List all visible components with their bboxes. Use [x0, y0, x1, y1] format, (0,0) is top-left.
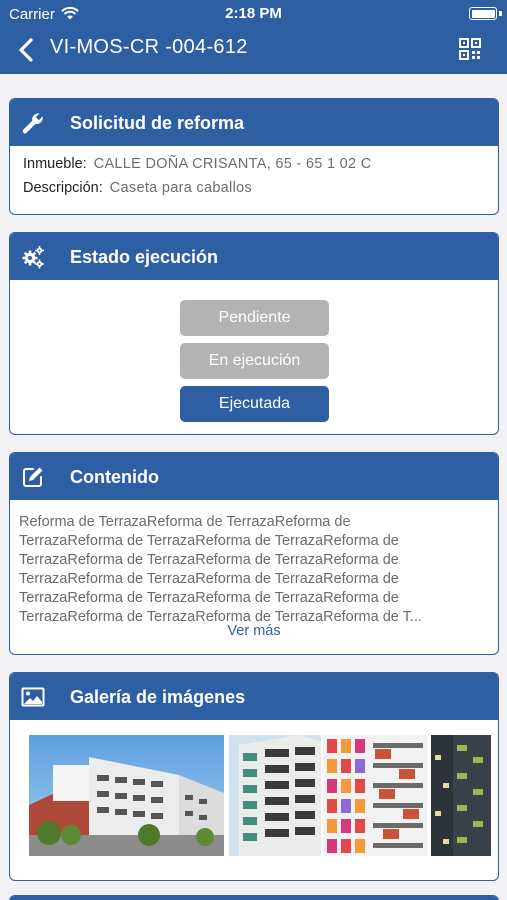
gallery-image-1[interactable]: [29, 735, 224, 856]
navigation-bar: Carrier 2:18 PM VI-MOS-CR -004-612: [0, 0, 507, 74]
request-card-header: Solicitud de reforma: [10, 99, 498, 146]
see-more-link[interactable]: Ver más: [10, 623, 498, 639]
next-card-header: [10, 896, 498, 900]
gallery-image-4[interactable]: [431, 735, 491, 856]
qr-code-icon[interactable]: [459, 38, 481, 60]
content-line: TerrazaReforma de TerrazaReforma de Terr…: [19, 590, 399, 606]
wrench-icon: [22, 113, 43, 134]
gears-icon: [22, 246, 44, 269]
content-card-header: Contenido: [10, 453, 498, 500]
gallery-card: Galería de imágenes: [9, 672, 499, 881]
gallery-card-header: Galería de imágenes: [10, 673, 498, 720]
property-row: Inmueble: CALLE DOÑA CRISANTA, 65 - 65 1 …: [10, 152, 498, 176]
battery-icon: [469, 7, 497, 20]
description-label: Descripción:: [23, 180, 103, 196]
description-row: Descripción: Caseta para caballos: [10, 176, 498, 200]
page-title: VI-MOS-CR -004-612: [50, 36, 248, 58]
content-line: TerrazaReforma de TerrazaReforma de Terr…: [19, 533, 399, 549]
content-card: Contenido Reforma de TerrazaReforma de T…: [9, 452, 499, 655]
next-card: [9, 895, 499, 900]
execution-card-title: Estado ejecución: [70, 247, 219, 267]
content-line: TerrazaReforma de TerrazaReforma de Terr…: [19, 552, 399, 568]
state-pending-button[interactable]: Pendiente: [180, 300, 329, 336]
status-bar: Carrier 2:18 PM: [0, 0, 507, 28]
execution-status-card: Estado ejecución Pendiente En ejecución …: [9, 232, 499, 435]
clock: 2:18 PM: [225, 5, 282, 22]
description-value: Caseta para caballos: [109, 180, 253, 196]
property-value: CALLE DOÑA CRISANTA, 65 - 65 1 02 C: [93, 156, 372, 172]
content-text: Reforma de TerrazaReforma de TerrazaRefo…: [19, 513, 489, 627]
back-chevron-icon[interactable]: [14, 37, 40, 63]
state-in-progress-button[interactable]: En ejecución: [180, 343, 329, 379]
edit-icon: [23, 467, 43, 487]
property-label: Inmueble:: [23, 156, 87, 172]
request-card: Solicitud de reforma Inmueble: CALLE DOÑA…: [9, 98, 499, 215]
gallery-image-2[interactable]: [229, 735, 321, 856]
content-line: TerrazaReforma de TerrazaReforma de Terr…: [19, 571, 399, 587]
image-icon: [21, 687, 45, 707]
request-card-title: Solicitud de reforma: [70, 113, 245, 133]
content-card-title: Contenido: [70, 467, 159, 487]
execution-card-header: Estado ejecución: [10, 233, 498, 280]
content-line: Reforma de TerrazaReforma de TerrazaRefo…: [19, 514, 351, 530]
gallery-card-title: Galería de imágenes: [70, 687, 246, 707]
battery-tip: [499, 11, 502, 16]
state-executed-button[interactable]: Ejecutada: [180, 386, 329, 422]
gallery-image-3[interactable]: [323, 735, 427, 856]
